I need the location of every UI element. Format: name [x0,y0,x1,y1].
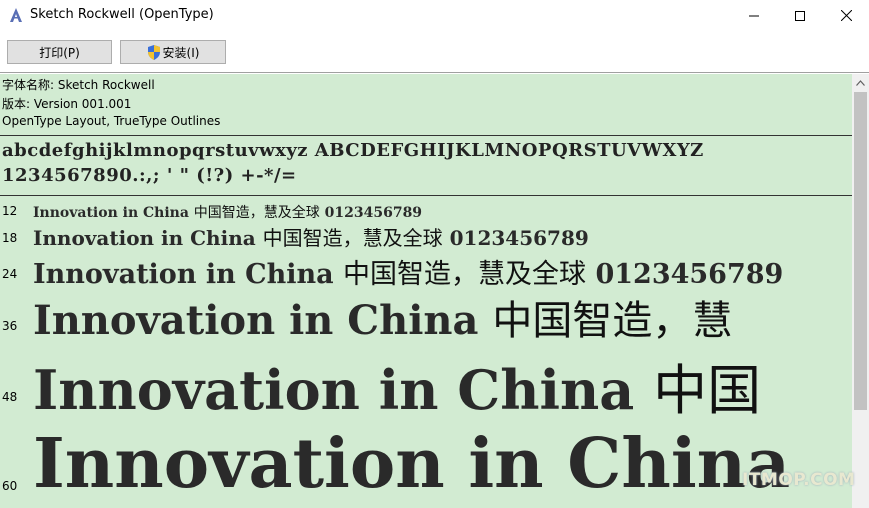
size-label: 60 [2,479,18,493]
vertical-scrollbar[interactable] [852,74,869,508]
print-button[interactable]: 打印(P) [7,40,112,64]
sample-cjk: 中国 [653,359,762,422]
maximize-icon [795,10,805,21]
sample-digits: 0123456789 [449,226,589,250]
window-title: Sketch Rockwell (OpenType) [30,7,214,22]
title-bar: Sketch Rockwell (OpenType) [0,0,869,31]
size-label: 12 [2,204,18,218]
sample-digits: 0123456789 [324,205,423,221]
sample-cjk: 中国智造，慧及全球 [193,205,320,221]
app-font-icon [10,8,22,22]
sample-cjk: 中国智造，慧及全球 [343,259,587,290]
charset-line-1: abcdefghijklmnopqrstuvwxyz ABCDEFGHIJKLM… [2,140,704,161]
print-button-label: 打印(P) [39,45,80,60]
sample-text: Innovation in China 中国智造，慧及全球 0123456789 [33,222,589,251]
sample-latin: Innovation in China [33,424,791,504]
close-button[interactable] [823,0,869,31]
divider [0,135,852,136]
sample-text: Innovation in China [33,424,790,504]
font-version-info: 版本: Version 001.001 [2,97,132,111]
install-button-label: 安装(I) [162,45,200,60]
chevron-up-icon [856,79,865,86]
font-name-info: 字体名称: Sketch Rockwell [2,78,155,92]
scroll-up-button[interactable] [852,74,869,91]
sample-latin: Innovation in China [33,358,635,422]
minimize-button[interactable] [731,0,777,31]
sample-text: Innovation in China 中国智造，慧 [33,288,732,346]
install-button[interactable]: 安装(I) [120,40,226,64]
size-label: 24 [2,267,18,281]
sample-text: Innovation in China 中国 [33,346,761,425]
scroll-thumb[interactable] [854,92,867,410]
sample-latin: Innovation in China [33,297,479,344]
font-preview-area: 字体名称: Sketch Rockwell 版本: Version 001.00… [0,74,852,508]
shield-icon [147,44,160,60]
size-label: 18 [2,231,18,245]
sample-latin: Innovation in China [33,259,334,290]
sample-text: Innovation in China 中国智造，慧及全球 0123456789 [33,252,783,291]
sample-text: Innovation in China 中国智造，慧及全球 0123456789 [33,202,422,222]
sample-cjk: 中国智造，慧及全球 [262,226,443,250]
sample-latin: Innovation in China [33,205,189,221]
sample-cjk: 中国智造，慧 [492,298,733,344]
sample-latin: Innovation in China [33,226,256,250]
minimize-icon [749,15,759,16]
close-icon [840,10,852,21]
size-label: 48 [2,390,18,404]
charset-line-2: 1234567890.:,; ' " (!?) +-*/= [2,165,297,186]
toolbar: 打印(P) 安装(I) [0,31,869,73]
divider [0,195,852,196]
font-outline-info: OpenType Layout, TrueType Outlines [2,114,221,128]
watermark: ITMOP.COM [742,470,856,490]
maximize-button[interactable] [777,0,823,31]
sample-digits: 0123456789 [595,259,784,290]
size-label: 36 [2,319,18,333]
